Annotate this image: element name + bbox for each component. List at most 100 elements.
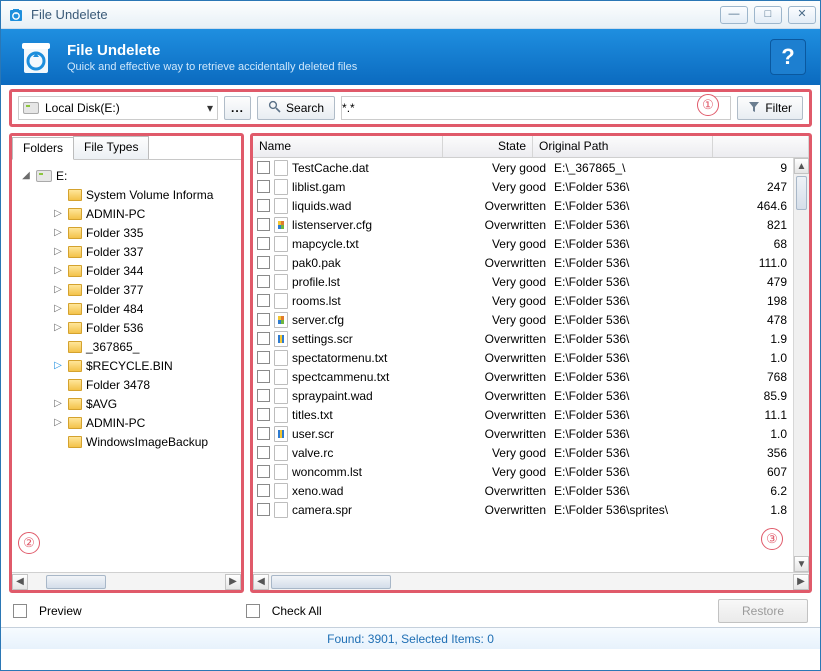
expander-icon[interactable] [52,436,64,448]
tree-item[interactable]: ▷ Folder 344 [16,261,239,280]
table-row[interactable]: spectcammenu.txt Overwritten E:\Folder 5… [253,367,809,386]
row-checkbox[interactable] [257,389,270,402]
row-checkbox[interactable] [257,199,270,212]
row-checkbox[interactable] [257,503,270,516]
scroll-thumb[interactable] [46,575,106,589]
table-row[interactable]: xeno.wad Overwritten E:\Folder 536\ 6.2 [253,481,809,500]
scroll-down-icon[interactable]: ▼ [794,556,809,572]
expander-icon[interactable]: ▷ [52,284,64,296]
row-checkbox[interactable] [257,313,270,326]
tree-item[interactable]: ▷ Folder 536 [16,318,239,337]
table-row[interactable]: server.cfg Very good E:\Folder 536\ 478 [253,310,809,329]
tree-item[interactable]: ▷ Folder 337 [16,242,239,261]
list-body[interactable]: TestCache.dat Very good E:\_367865_\ 9 l… [253,158,809,572]
maximize-button[interactable]: □ [754,6,782,24]
list-hscrollbar[interactable]: ◀ ▶ [253,572,809,590]
row-checkbox[interactable] [257,465,270,478]
scroll-thumb[interactable] [796,176,807,210]
tree-item[interactable]: System Volume Informa [16,185,239,204]
table-row[interactable]: camera.spr Overwritten E:\Folder 536\spr… [253,500,809,519]
expander-icon[interactable]: ▷ [52,417,64,429]
close-button[interactable]: ✕ [788,6,816,24]
table-row[interactable]: spectatormenu.txt Overwritten E:\Folder … [253,348,809,367]
tree-item[interactable]: WindowsImageBackup [16,432,239,451]
search-button[interactable]: Search [257,96,335,120]
scroll-up-icon[interactable]: ▲ [794,158,809,174]
table-row[interactable]: liquids.wad Overwritten E:\Folder 536\ 4… [253,196,809,215]
table-row[interactable]: listenserver.cfg Overwritten E:\Folder 5… [253,215,809,234]
tree-item[interactable]: ▷ $AVG [16,394,239,413]
row-checkbox[interactable] [257,180,270,193]
expander-icon[interactable]: ▷ [52,227,64,239]
expander-icon[interactable]: ▷ [52,208,64,220]
scroll-left-icon[interactable]: ◀ [253,574,269,590]
table-row[interactable]: settings.scr Overwritten E:\Folder 536\ … [253,329,809,348]
col-path[interactable]: Original Path [533,136,713,157]
tree-hscrollbar[interactable]: ◀ ▶ [12,572,241,590]
row-checkbox[interactable] [257,446,270,459]
filemask-input[interactable] [341,96,731,120]
scroll-left-icon[interactable]: ◀ [12,574,28,590]
table-row[interactable]: profile.lst Very good E:\Folder 536\ 479 [253,272,809,291]
expander-icon[interactable]: ◢ [20,170,32,182]
expander-icon[interactable]: ▷ [52,360,64,372]
tab-file-types[interactable]: File Types [73,136,149,159]
list-header[interactable]: Name State Original Path [253,136,809,158]
row-checkbox[interactable] [257,351,270,364]
table-row[interactable]: rooms.lst Very good E:\Folder 536\ 198 [253,291,809,310]
table-row[interactable]: spraypaint.wad Overwritten E:\Folder 536… [253,386,809,405]
filter-button[interactable]: Filter [737,96,803,120]
table-row[interactable]: titles.txt Overwritten E:\Folder 536\ 11… [253,405,809,424]
preview-checkbox[interactable] [13,604,27,618]
browse-button[interactable]: ... [224,96,251,120]
expander-icon[interactable]: ▷ [52,322,64,334]
restore-button[interactable]: Restore [718,599,808,623]
scroll-thumb[interactable] [271,575,391,589]
table-row[interactable]: liblist.gam Very good E:\Folder 536\ 247 [253,177,809,196]
row-checkbox[interactable] [257,408,270,421]
list-vscrollbar[interactable]: ▲ ▼ [793,158,809,572]
expander-icon[interactable] [52,189,64,201]
row-checkbox[interactable] [257,237,270,250]
expander-icon[interactable]: ▷ [52,265,64,277]
row-checkbox[interactable] [257,218,270,231]
tree-item[interactable]: ▷ $RECYCLE.BIN [16,356,239,375]
row-checkbox[interactable] [257,161,270,174]
row-checkbox[interactable] [257,370,270,383]
scroll-right-icon[interactable]: ▶ [225,574,241,590]
tree-item[interactable]: ▷ ADMIN-PC [16,204,239,223]
help-button[interactable]: ? [770,39,806,75]
tree-item[interactable]: ▷ Folder 377 [16,280,239,299]
row-checkbox[interactable] [257,275,270,288]
tree-item[interactable]: ▷ Folder 335 [16,223,239,242]
row-checkbox[interactable] [257,256,270,269]
scroll-right-icon[interactable]: ▶ [793,574,809,590]
expander-icon[interactable]: ▷ [52,398,64,410]
table-row[interactable]: valve.rc Very good E:\Folder 536\ 356 [253,443,809,462]
row-checkbox[interactable] [257,294,270,307]
check-all-checkbox[interactable] [246,604,260,618]
tree-item[interactable]: _367865_ [16,337,239,356]
table-row[interactable]: TestCache.dat Very good E:\_367865_\ 9 [253,158,809,177]
expander-icon[interactable]: ▷ [52,246,64,258]
col-name[interactable]: Name [253,136,443,157]
row-checkbox[interactable] [257,427,270,440]
table-row[interactable]: pak0.pak Overwritten E:\Folder 536\ 111.… [253,253,809,272]
col-size[interactable] [713,136,809,157]
tree-root[interactable]: ◢ E: [16,166,239,185]
row-checkbox[interactable] [257,332,270,345]
minimize-button[interactable]: — [720,6,748,24]
tab-folders[interactable]: Folders [12,137,74,160]
tree-item[interactable]: ▷ ADMIN-PC [16,413,239,432]
table-row[interactable]: user.scr Overwritten E:\Folder 536\ 1.0 [253,424,809,443]
expander-icon[interactable] [52,341,64,353]
col-state[interactable]: State [443,136,533,157]
table-row[interactable]: mapcycle.txt Very good E:\Folder 536\ 68 [253,234,809,253]
expander-icon[interactable] [52,379,64,391]
folder-tree[interactable]: ◢ E: System Volume Informa▷ ADMIN-PC▷ Fo… [12,160,241,572]
table-row[interactable]: woncomm.lst Very good E:\Folder 536\ 607 [253,462,809,481]
tree-item[interactable]: Folder 3478 [16,375,239,394]
row-checkbox[interactable] [257,484,270,497]
expander-icon[interactable]: ▷ [52,303,64,315]
tree-item[interactable]: ▷ Folder 484 [16,299,239,318]
